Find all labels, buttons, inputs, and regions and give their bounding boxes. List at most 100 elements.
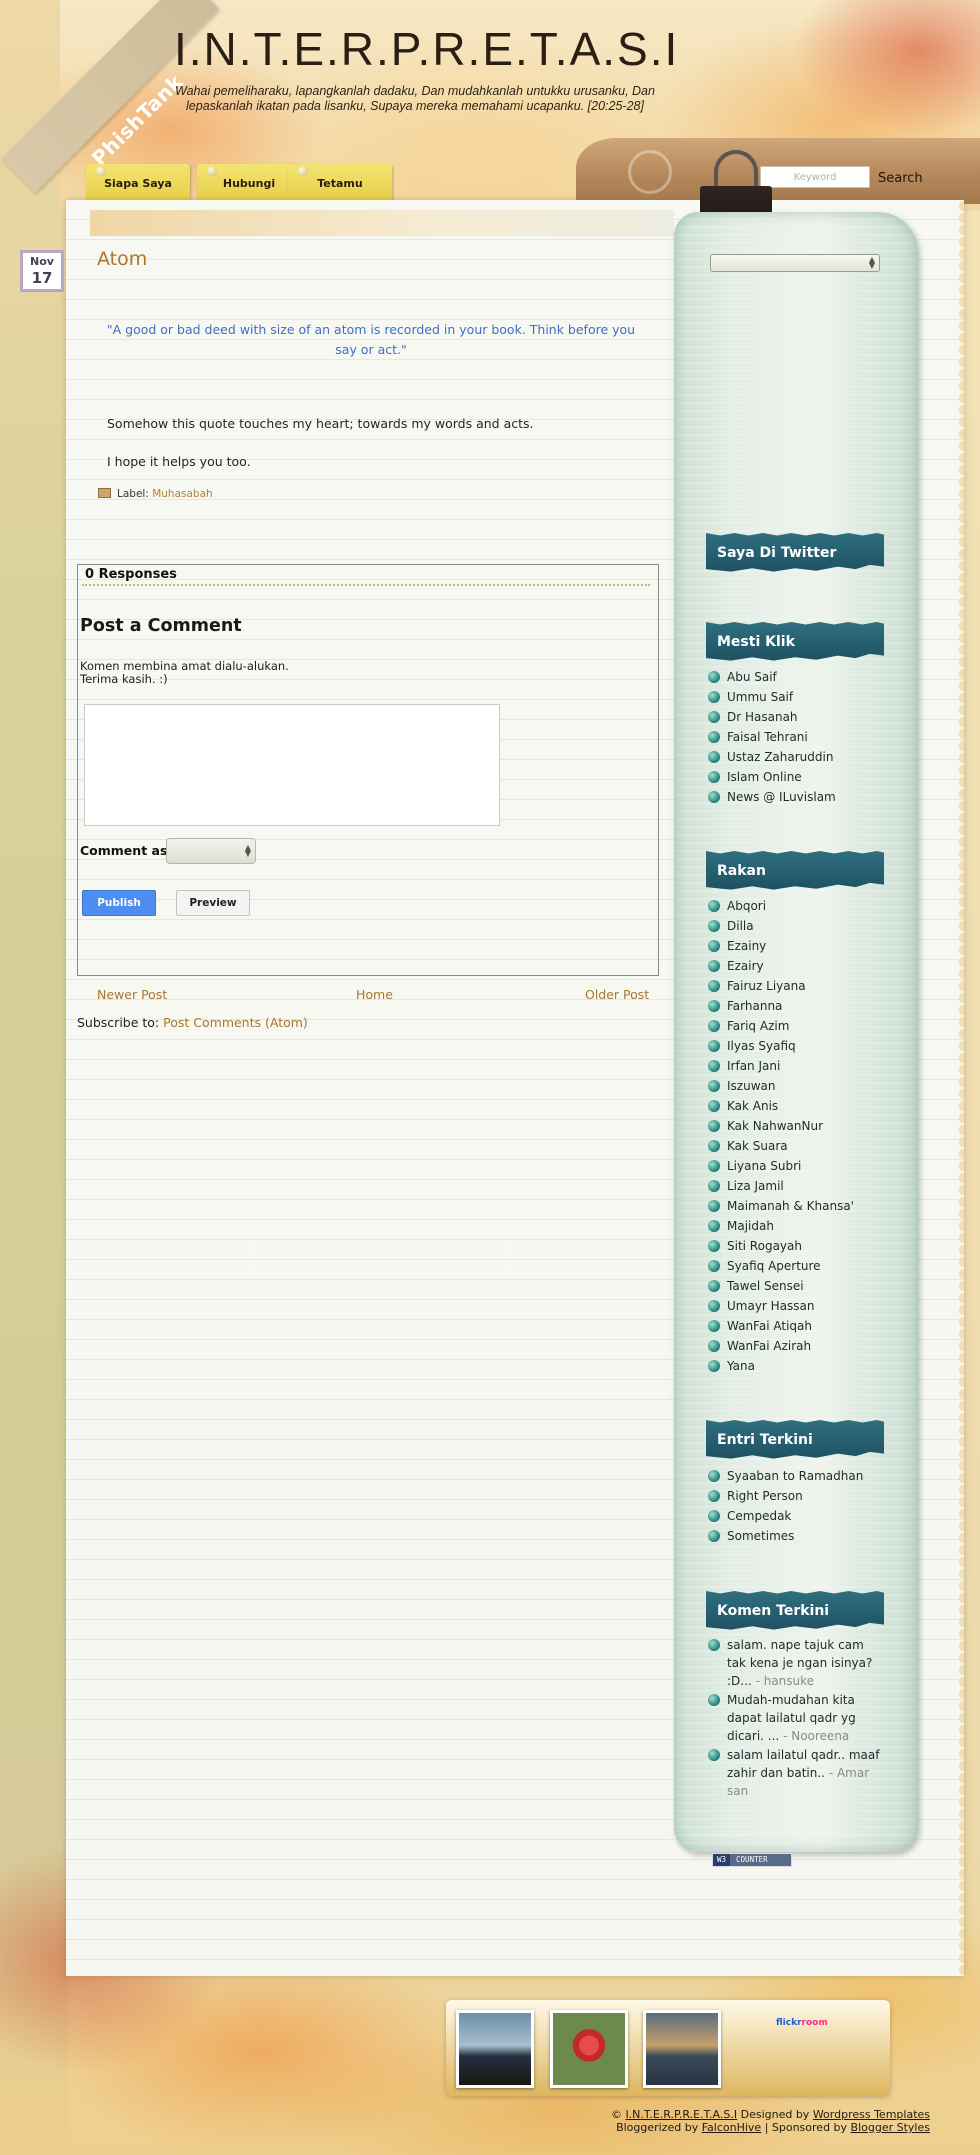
comment-identity-select[interactable]: ▲ ▼ — [166, 838, 256, 864]
list-item[interactable]: Syafiq Aperture — [708, 1256, 854, 1276]
older-post-link[interactable]: Older Post — [585, 987, 649, 1002]
list-item[interactable]: Sometimes — [708, 1526, 863, 1546]
blogger-styles-link[interactable]: Blogger Styles — [851, 2121, 930, 2134]
list-item[interactable]: Umayr Hassan — [708, 1296, 854, 1316]
flickr-logo[interactable]: flickrroom — [776, 2018, 828, 2028]
list-item[interactable]: Dilla — [708, 916, 854, 936]
tab-label: Hubungi — [222, 177, 276, 190]
comment-author: - Nooreena — [783, 1729, 850, 1743]
home-link[interactable]: Home — [356, 987, 393, 1002]
archive-select[interactable]: ▲ ▼ — [710, 254, 880, 272]
search-button[interactable]: Search — [878, 166, 923, 190]
flickr-photo[interactable] — [550, 2010, 628, 2088]
list-item[interactable]: Ummu Saif — [708, 687, 836, 707]
publish-button[interactable]: Publish — [82, 890, 156, 916]
link-label: Dilla — [727, 919, 754, 933]
list-item[interactable]: Abu Saif — [708, 667, 836, 687]
list-item[interactable]: Cempedak — [708, 1506, 863, 1526]
label-prefix: Label: — [117, 488, 149, 500]
link-label: Farhanna — [727, 999, 783, 1013]
globe-bullet-icon — [708, 711, 720, 723]
list-item[interactable]: Ezainy — [708, 936, 854, 956]
list-item[interactable]: salam. nape tajuk cam tak kena je ngan i… — [708, 1636, 884, 1690]
globe-bullet-icon — [708, 671, 720, 683]
site-credit-link[interactable]: I.N.T.E.R.P.R.E.T.A.S.I — [625, 2108, 737, 2121]
link-label: Right Person — [727, 1489, 803, 1503]
list-item[interactable]: WanFai Atiqah — [708, 1316, 854, 1336]
list-item[interactable]: Liyana Subri — [708, 1156, 854, 1176]
link-label: Abqori — [727, 899, 767, 913]
list-item[interactable]: Iszuwan — [708, 1076, 854, 1096]
flickr-photo[interactable] — [456, 2010, 534, 2088]
list-item[interactable]: Ilyas Syafiq — [708, 1036, 854, 1056]
list-item[interactable]: Fariq Azim — [708, 1016, 854, 1036]
globe-bullet-icon — [708, 1240, 720, 1252]
list-item[interactable]: Fairuz Liyana — [708, 976, 854, 996]
globe-bullet-icon — [708, 1120, 720, 1132]
preview-button[interactable]: Preview — [176, 890, 250, 916]
list-item[interactable]: Syaaban to Ramadhan — [708, 1466, 863, 1486]
link-label: Liza Jamil — [727, 1179, 784, 1193]
post-title[interactable]: Atom — [97, 248, 147, 270]
wordpress-templates-link[interactable]: Wordpress Templates — [813, 2108, 930, 2121]
list-item[interactable]: Mudah-mudahan kita dapat lailatul qadr y… — [708, 1691, 884, 1745]
list-item[interactable]: Maimanah & Khansa' — [708, 1196, 854, 1216]
label-link[interactable]: Muhasabah — [152, 488, 212, 500]
link-label: Kak NahwanNur — [727, 1119, 823, 1133]
subscribe-link[interactable]: Post Comments (Atom) — [163, 1015, 308, 1030]
list-item[interactable]: Ezairy — [708, 956, 854, 976]
list-item[interactable]: WanFai Azirah — [708, 1336, 854, 1356]
link-label: Siti Rogayah — [727, 1239, 802, 1253]
list-item[interactable]: Dr Hasanah — [708, 707, 836, 727]
comment-textarea[interactable] — [84, 704, 500, 826]
globe-bullet-icon — [708, 731, 720, 743]
list-item[interactable]: Kak NahwanNur — [708, 1116, 854, 1136]
globe-bullet-icon — [708, 1470, 720, 1482]
globe-bullet-icon — [708, 751, 720, 763]
list-item[interactable]: salam lailatul qadr.. maaf zahir dan bat… — [708, 1746, 884, 1800]
link-label: Ilyas Syafiq — [727, 1039, 796, 1053]
list-item[interactable]: Siti Rogayah — [708, 1236, 854, 1256]
link-label: Islam Online — [727, 770, 802, 784]
link-label: Syaaban to Ramadhan — [727, 1469, 864, 1483]
list-item[interactable]: Majidah — [708, 1216, 854, 1236]
post-date-day: 17 — [31, 269, 53, 287]
list-item[interactable]: Abqori — [708, 896, 854, 916]
list-item[interactable]: Kak Anis — [708, 1096, 854, 1116]
falconhive-link[interactable]: FalconHive — [702, 2121, 761, 2134]
list-item[interactable]: Irfan Jani — [708, 1056, 854, 1076]
site-title[interactable]: I.N.T.E.R.P.R.E.T.A.S.I — [174, 22, 677, 76]
list-item[interactable]: Faisal Tehrani — [708, 727, 836, 747]
tab-tetamu[interactable]: Tetamu — [288, 164, 392, 200]
globe-bullet-icon — [708, 1694, 720, 1706]
link-label: Abu Saif — [727, 670, 777, 684]
list-item[interactable]: Liza Jamil — [708, 1176, 854, 1196]
tab-siapa-saya[interactable]: Siapa Saya — [86, 164, 190, 200]
search-input[interactable] — [760, 166, 870, 188]
list-item[interactable]: Yana — [708, 1356, 854, 1376]
link-label: Ustaz Zaharuddin — [727, 750, 834, 764]
list-item[interactable]: Kak Suara — [708, 1136, 854, 1156]
list-item[interactable]: Farhanna — [708, 996, 854, 1016]
post-header-strip — [90, 210, 674, 236]
paper-perforated-edge — [936, 200, 964, 1976]
newer-post-link[interactable]: Newer Post — [97, 987, 167, 1002]
list-item[interactable]: Tawel Sensei — [708, 1276, 854, 1296]
tab-hubungi[interactable]: Hubungi — [197, 164, 301, 200]
link-label: Liyana Subri — [727, 1159, 802, 1173]
link-label: Ezainy — [727, 939, 767, 953]
post-date-badge: Nov 17 — [20, 250, 64, 292]
link-label: Ezairy — [727, 959, 764, 973]
globe-bullet-icon — [708, 940, 720, 952]
w3-counter-badge[interactable]: W3 COUNTER — [712, 1853, 792, 1867]
list-item[interactable]: Islam Online — [708, 767, 836, 787]
globe-bullet-icon — [708, 1300, 720, 1312]
globe-bullet-icon — [708, 771, 720, 783]
link-label: Faisal Tehrani — [727, 730, 808, 744]
flickr-photo[interactable] — [643, 2010, 721, 2088]
list-item[interactable]: News @ ILuvislam — [708, 787, 836, 807]
swirl-icon — [628, 150, 672, 194]
link-label: Kak Suara — [727, 1139, 788, 1153]
list-item[interactable]: Right Person — [708, 1486, 863, 1506]
list-item[interactable]: Ustaz Zaharuddin — [708, 747, 836, 767]
